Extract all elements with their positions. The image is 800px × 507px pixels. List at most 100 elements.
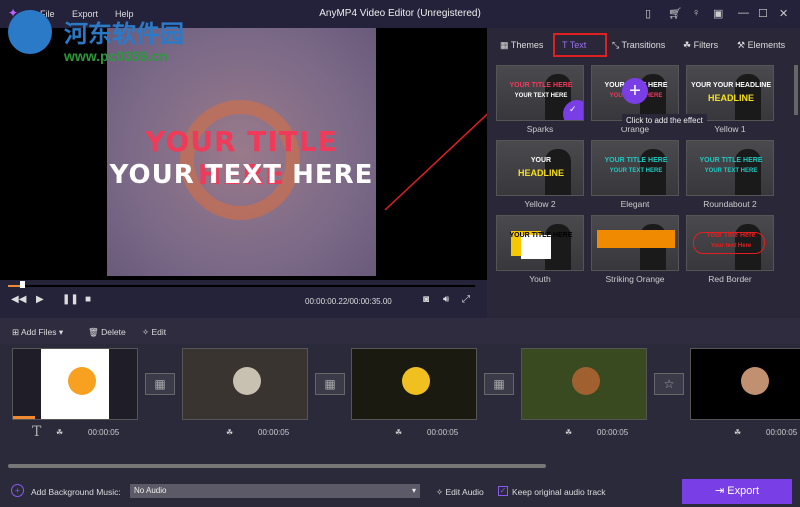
clip-thumbnail [691,349,800,419]
effect-thumb[interactable]: YOUR YOUR HEADLINE HEADLINE [686,65,774,121]
feedback-icon[interactable]: ▣ [713,7,723,20]
clip-thumbnail [183,349,307,419]
timeline-clip[interactable] [690,348,800,420]
effect-subtitle: YOUR HEADLINE HERE [601,243,670,249]
stop-button[interactable]: ■ [85,294,91,305]
preview-sub-text: YOUR TEXT HERE [109,160,374,190]
edit-button[interactable]: ✧ Edit [142,327,166,338]
effect-title: YOUR TITLE HERE [604,157,668,164]
fullscreen-icon[interactable]: ⤢ [462,294,470,305]
effect-label: Youth [529,274,551,284]
tab-text[interactable]: T Text [562,40,586,50]
trash-icon: 🗑︎ [88,327,102,337]
transition-slot[interactable]: ▦ [315,373,345,395]
audio-select[interactable]: No Audio ▾ [130,484,420,498]
grid-icon: ▦ [500,40,511,50]
text-icon: T [32,424,42,440]
filter-icon[interactable]: ☘ [734,428,741,437]
effect-thumb[interactable]: YOUR TITLE HERE YOUR TEXT HERE [686,140,774,196]
clip-thumbnail [352,349,476,419]
key-icon[interactable]: ♀ [692,7,700,19]
effect-thumb[interactable]: YOUR HEADLINE [496,140,584,196]
tooltip: Click to add the effect [622,114,707,127]
save-icon[interactable]: ▯ [645,7,651,20]
effect-thumb[interactable]: YOUR TITLE HERE YOUR TEXT HERE [591,140,679,196]
add-plus-icon[interactable]: + [622,78,648,104]
effect-label: Roundabout 2 [703,199,757,209]
effect-thumb[interactable]: YOUR TITLE HERE YOUR TEXT HERE ✓ [496,65,584,121]
add-music-icon[interactable]: + [11,484,24,497]
add-files-button[interactable]: ⊞ Add Files ▾ [12,327,63,338]
effect-thumb[interactable]: Your Title Here Your text Here [686,215,774,271]
export-button[interactable]: ⇥ Export [682,479,792,504]
effect-subtitle: Your text Here [710,243,752,249]
effect-label: Elegant [620,199,650,209]
clip-progress [13,416,35,419]
tab-filters[interactable]: ☘ Filters [683,40,718,51]
effect-label: Yellow 2 [524,199,556,209]
seek-bar[interactable] [8,285,475,287]
transition-slot[interactable]: ☆ [654,373,684,395]
effect-label: Sparks [526,124,554,134]
timeline-clip[interactable] [12,348,138,420]
effect-subtitle: YOUR TEXT HERE [609,168,663,174]
effect-title: YOUR TITLE HERE [509,82,573,89]
timeline-clip[interactable] [351,348,477,420]
seek-handle[interactable] [20,281,25,288]
effect-subtitle: YOUR TEXT HERE [704,168,758,174]
clip-duration: 00:00:05 [258,428,290,437]
effect-title: YOUR YOUR HEADLINE [691,82,771,89]
timeline-scrollbar[interactable] [8,464,546,468]
timeline-clip[interactable] [521,348,647,420]
clip-duration: 00:00:05 [427,428,459,437]
elements-icon: ⚒ [737,40,748,50]
filter-icon[interactable]: ☘ [226,428,233,437]
volume-icon[interactable]: 🔊︎ [443,294,449,305]
watermark: 河东软件园 www.pc0359.cn [8,10,184,64]
time-display: 00:00:00.22/00:00:35.00 [305,297,392,306]
pause-button[interactable]: ❚❚ [62,294,79,305]
effect-thumb[interactable]: YOUR TITLE HERE [496,215,584,271]
delete-button[interactable]: 🗑︎ Delete [88,327,126,338]
timeline-clip[interactable] [182,348,308,420]
transition-slot[interactable]: ▦ [145,373,175,395]
effects-scrollbar[interactable] [794,65,798,115]
filter-icon[interactable]: ☘ [565,428,572,437]
filter-icon[interactable]: ☘ [56,428,63,437]
bg-music-label: Add Background Music: [31,487,121,497]
rewind-button[interactable]: ◀◀ [11,294,26,305]
effect-label: Red Border [708,274,752,284]
effect-title: YOUR TITLE HERE [699,157,763,164]
transition-slot[interactable]: ▦ [484,373,514,395]
cart-icon[interactable]: 🛒︎ [668,7,682,20]
effect-subtitle: HEADLINE [707,93,754,103]
edit-audio-button[interactable]: ✧ Edit Audio [436,487,484,498]
minimize-button[interactable]: — [738,7,749,19]
keep-audio-label: Keep original audio track [512,487,606,497]
effect-subtitle: YOUR TEXT HERE [514,93,568,99]
keep-audio-checkbox[interactable]: ✓ [498,486,508,496]
folder-plus-icon: ⊞ [12,327,22,337]
snapshot-icon[interactable]: ◙ [423,294,429,305]
clip-thumbnail [522,349,646,419]
forward-button[interactable]: ▶ [36,294,44,305]
tab-elements[interactable]: ⚒ Elements [737,40,785,51]
filters-icon: ☘ [683,40,694,50]
selected-check-icon: ✓ [563,100,583,120]
filter-icon[interactable]: ☘ [395,428,402,437]
text-icon: T [562,40,570,50]
clip-duration: 00:00:05 [88,428,120,437]
dropdown-arrow-icon: ▾ [411,486,416,495]
effect-title: YOUR [530,157,552,164]
effect-subtitle: HEADLINE [517,168,564,178]
clip-duration: 00:00:05 [597,428,629,437]
close-button[interactable]: ✕ [779,7,788,20]
export-icon: ⇥ [714,485,728,497]
maximize-button[interactable]: ☐ [758,7,768,20]
effect-label: Striking Orange [605,274,665,284]
tab-transitions[interactable]: ⤡ Transitions [612,40,665,51]
clip-duration: 00:00:05 [766,428,798,437]
effect-thumb[interactable]: YOUR HEADLINE HERE [591,215,679,271]
effect-title: YOUR TITLE HERE [509,232,573,239]
tab-themes[interactable]: ▦ Themes [500,40,543,51]
